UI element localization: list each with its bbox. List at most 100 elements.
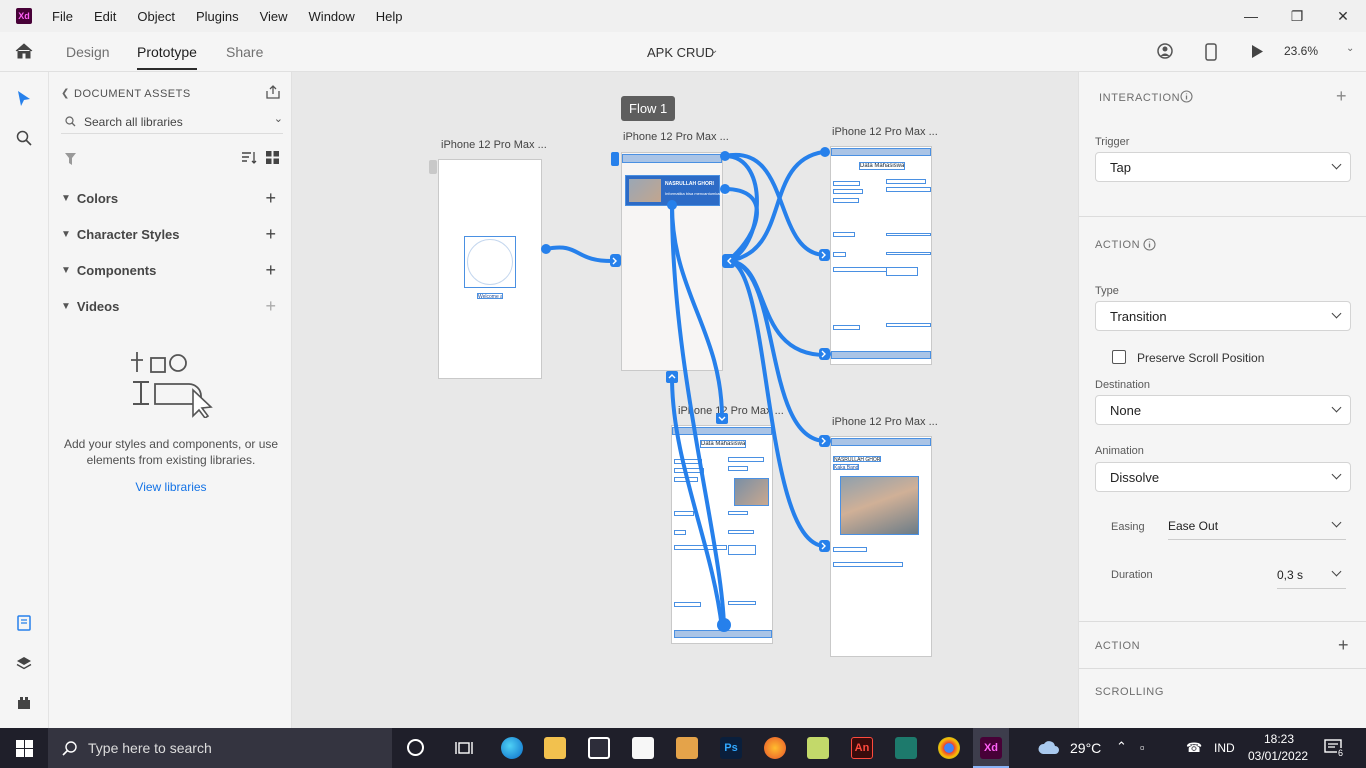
notification-count: 6 (1337, 748, 1345, 758)
tool-rail (0, 72, 49, 728)
section-colors[interactable]: ▼ Colors + (61, 188, 281, 208)
section-character-styles[interactable]: ▼ Character Styles + (61, 224, 281, 244)
plugins-icon[interactable] (17, 696, 31, 715)
zoom-tool-icon[interactable] (16, 130, 32, 151)
file-explorer-icon[interactable] (544, 737, 566, 759)
sort-icon[interactable] (241, 151, 257, 170)
input-language[interactable]: IND (1214, 741, 1235, 755)
taskbar-search[interactable]: Type here to search (48, 728, 392, 768)
assets-panel: ❮ DOCUMENT ASSETS Search all libraries ⌄… (49, 72, 292, 728)
chevron-down-icon[interactable]: ⌄ (710, 45, 718, 56)
section-label: Colors (76, 190, 119, 206)
preserve-scroll-label: Preserve Scroll Position (1137, 351, 1265, 365)
media-player-icon[interactable] (676, 737, 698, 759)
add-video-icon[interactable]: + (265, 296, 276, 317)
temperature[interactable]: 29°C (1070, 740, 1101, 756)
invite-user-icon[interactable] (1157, 43, 1174, 65)
clock-time[interactable]: 18:23 (1264, 732, 1294, 746)
network-icon[interactable]: ▫ (1140, 740, 1145, 755)
library-search-placeholder: Search all libraries (84, 115, 183, 129)
firefox-icon[interactable] (764, 737, 786, 759)
select-tool-icon[interactable] (17, 90, 31, 113)
volume-icon[interactable]: ☎ (1186, 740, 1202, 756)
animation-dropdown[interactable]: Dissolve (1095, 462, 1351, 492)
assets-panel-icon[interactable] (17, 615, 31, 636)
menu-bar: File Edit Object Plugins View Window Hel… (52, 9, 424, 24)
canvas[interactable]: Flow 1 iPhone 12 Pro Max ... Welcome apl… (292, 72, 1078, 728)
zoom-level[interactable]: 23.6% (1284, 44, 1318, 58)
tab-prototype[interactable]: Prototype (137, 44, 197, 70)
view-libraries-link[interactable]: View libraries (61, 480, 281, 494)
search-icon (65, 116, 76, 127)
menu-window[interactable]: Window (309, 9, 355, 24)
interaction-header: INTERACTION (1099, 92, 1181, 104)
preserve-scroll-checkbox[interactable] (1112, 350, 1126, 364)
grid-view-icon[interactable] (266, 151, 279, 169)
trigger-dropdown[interactable]: Tap (1095, 152, 1351, 182)
device-preview-icon[interactable] (1205, 43, 1217, 66)
menu-view[interactable]: View (260, 9, 288, 24)
divider (1079, 668, 1366, 669)
edge-icon[interactable] (501, 737, 523, 759)
export-icon[interactable] (265, 84, 281, 105)
animate-icon[interactable]: An (851, 737, 873, 759)
chevron-down-icon (1331, 308, 1342, 319)
xd-taskbar-active[interactable]: Xd (973, 728, 1009, 768)
add-component-icon[interactable]: + (265, 260, 276, 281)
trigger-label: Trigger (1095, 136, 1130, 148)
cortana-icon[interactable] (407, 739, 424, 756)
filmora-icon[interactable] (895, 737, 917, 759)
section-label: Character Styles (76, 226, 180, 242)
menu-help[interactable]: Help (376, 9, 403, 24)
menu-plugins[interactable]: Plugins (196, 9, 239, 24)
info-icon[interactable] (1143, 238, 1156, 256)
chevron-down-icon: ▼ (61, 228, 71, 240)
zoom-chevron-icon[interactable]: ⌄ (1346, 43, 1354, 54)
chevron-down-icon (1331, 566, 1342, 577)
menu-edit[interactable]: Edit (94, 9, 116, 24)
app-icon[interactable] (807, 737, 829, 759)
back-chevron-icon[interactable]: ❮ (61, 88, 69, 99)
assets-header: DOCUMENT ASSETS (74, 88, 191, 100)
store-icon[interactable] (588, 737, 610, 759)
info-icon[interactable] (1180, 90, 1193, 108)
close-button[interactable]: ✕ (1320, 0, 1366, 32)
home-icon[interactable] (14, 42, 34, 65)
destination-dropdown[interactable]: None (1095, 395, 1351, 425)
add-style-icon[interactable]: + (265, 224, 276, 245)
add-action-icon[interactable]: + (1338, 635, 1349, 656)
menu-file[interactable]: File (52, 9, 73, 24)
weather-icon[interactable] (1038, 740, 1060, 761)
section-components[interactable]: ▼ Components + (61, 260, 281, 280)
filter-icon[interactable] (65, 152, 76, 170)
search-chevron-icon[interactable]: ⌄ (274, 112, 283, 125)
mail-icon[interactable] (632, 737, 654, 759)
add-interaction-icon[interactable]: + (1336, 86, 1347, 107)
section-videos[interactable]: ▼ Videos + (61, 296, 281, 316)
restore-button[interactable]: ❐ (1274, 0, 1320, 32)
tray-chevron-icon[interactable]: ⌃ (1116, 739, 1127, 755)
clock-date[interactable]: 03/01/2022 (1248, 749, 1308, 763)
divider (1079, 216, 1366, 217)
play-icon[interactable] (1251, 44, 1264, 64)
menu-object[interactable]: Object (137, 9, 175, 24)
xd-taskbar-icon: Xd (980, 737, 1002, 759)
windows-start-icon[interactable] (16, 740, 33, 762)
task-view-icon[interactable] (455, 740, 473, 761)
minimize-button[interactable]: — (1228, 0, 1274, 32)
search-icon (62, 741, 77, 756)
layers-icon[interactable] (16, 656, 32, 675)
action-header: ACTION (1095, 239, 1141, 251)
duration-dropdown[interactable]: 0,3 s (1277, 559, 1346, 589)
type-dropdown[interactable]: Transition (1095, 301, 1351, 331)
document-title[interactable]: APK CRUD (647, 45, 714, 60)
easing-label: Easing (1111, 521, 1145, 533)
library-search[interactable]: Search all libraries ⌄ (61, 110, 283, 134)
tab-share[interactable]: Share (226, 44, 263, 60)
tab-design[interactable]: Design (66, 44, 110, 60)
chrome-icon[interactable] (938, 737, 960, 759)
properties-panel: INTERACTION + Trigger Tap ACTION Type Tr… (1078, 72, 1366, 728)
add-color-icon[interactable]: + (265, 188, 276, 209)
easing-dropdown[interactable]: Ease Out (1168, 510, 1346, 540)
photoshop-icon[interactable]: Ps (720, 737, 742, 759)
